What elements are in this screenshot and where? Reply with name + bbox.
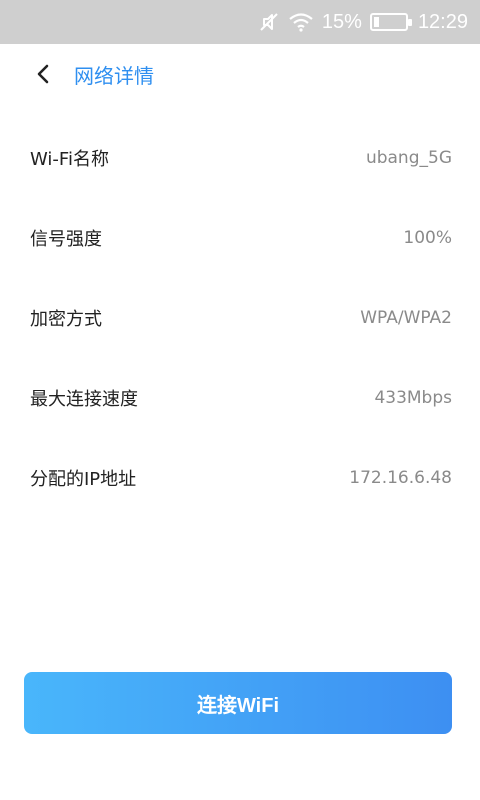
detail-row-wifi-name: Wi-Fi名称 ubang_5G: [0, 118, 480, 198]
sound-off-icon: [258, 11, 280, 33]
detail-label: Wi-Fi名称: [30, 149, 109, 170]
network-details-list: Wi-Fi名称 ubang_5G 信号强度 100% 加密方式 WPA/WPA2…: [0, 118, 480, 518]
detail-value: ubang_5G: [365, 148, 452, 168]
detail-label: 加密方式: [30, 309, 102, 330]
battery-level-fill: [373, 17, 379, 27]
wifi-icon: [288, 12, 314, 32]
chevron-left-icon: [37, 64, 49, 84]
detail-value: WPA/WPA2: [360, 308, 452, 328]
detail-row-ip-address: 分配的IP地址 172.16.6.48: [0, 438, 480, 518]
detail-value: 172.16.6.48: [349, 468, 452, 488]
detail-value: 433Mbps: [374, 388, 452, 408]
battery-percent: 15%: [321, 10, 362, 33]
detail-row-max-speed: 最大连接速度 433Mbps: [0, 358, 480, 438]
back-button[interactable]: [30, 61, 56, 87]
status-time: 12:29: [417, 10, 468, 33]
detail-value: 100%: [403, 228, 452, 248]
connect-wifi-button[interactable]: 连接WiFi: [24, 672, 452, 734]
status-bar: 15% 12:29: [0, 0, 480, 44]
detail-row-signal-strength: 信号强度 100%: [0, 198, 480, 278]
detail-label: 信号强度: [30, 229, 102, 250]
detail-row-encryption: 加密方式 WPA/WPA2: [0, 278, 480, 358]
detail-label: 分配的IP地址: [30, 469, 137, 490]
battery-icon: [369, 13, 412, 31]
detail-label: 最大连接速度: [30, 389, 138, 410]
page-title: 网络详情: [74, 63, 154, 88]
header: 网络详情: [0, 44, 480, 104]
